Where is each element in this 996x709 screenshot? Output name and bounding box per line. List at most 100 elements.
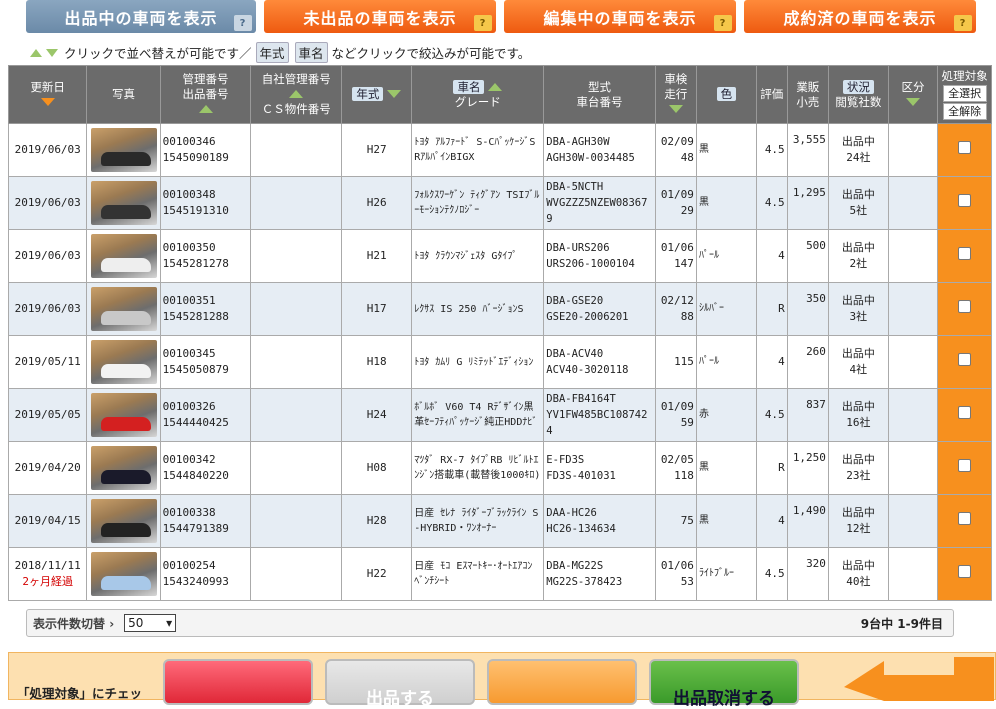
col-year[interactable]: 年式	[341, 65, 413, 124]
sort-asc-icon[interactable]	[488, 82, 503, 91]
process-checkbox[interactable]	[958, 194, 972, 207]
listing-number: 1544840220	[162, 469, 229, 482]
cell-category	[887, 176, 939, 230]
cell-proc[interactable]	[937, 388, 992, 442]
cell-updated: 2018/11/11 2ヶ月経過	[7, 547, 88, 601]
cell-photo[interactable]	[86, 388, 161, 442]
process-checkbox[interactable]	[958, 353, 972, 366]
tab-unlisted[interactable]: 未出品の車両を表示 ?	[264, 0, 496, 33]
process-checkbox[interactable]	[958, 459, 972, 472]
deselect-all-button[interactable]: 全解除	[942, 102, 987, 120]
vehicle-photo[interactable]	[90, 181, 157, 225]
viewer-count: 2社	[849, 257, 868, 270]
filter-year-chip[interactable]: 年式	[352, 87, 384, 101]
process-checkbox[interactable]	[958, 141, 972, 154]
cell-grade: ﾄﾖﾀ ｸﾗｳﾝﾏｼﾞｪｽﾀ Gﾀｲﾌﾟ	[411, 229, 545, 283]
col-category-label: 区分	[901, 79, 925, 94]
hint-text-1: クリックで並べ替えが可能です／	[64, 46, 252, 61]
tab-listed[interactable]: 出品中の車両を表示 ?	[26, 0, 256, 33]
sort-desc-icon[interactable]	[668, 105, 683, 113]
process-checkbox[interactable]	[958, 512, 972, 525]
help-badge-icon[interactable]: ?	[234, 15, 252, 31]
sort-desc-icon[interactable]	[906, 97, 920, 106]
col-mileage-label: 走行	[664, 87, 688, 101]
col-color[interactable]: 色	[695, 65, 757, 124]
col-category[interactable]: 区分	[887, 65, 939, 124]
col-status[interactable]: 状況 閲覧社数	[827, 65, 889, 124]
sort-desc-icon[interactable]	[40, 97, 55, 106]
vehicle-photo[interactable]	[90, 287, 157, 331]
updated-date: 2018/11/11	[14, 559, 81, 572]
vehicle-photo[interactable]	[90, 340, 157, 384]
cell-photo[interactable]	[86, 123, 161, 177]
cell-proc[interactable]	[937, 441, 992, 495]
col-proc-label: 処理対象	[941, 68, 988, 83]
cell-photo[interactable]	[86, 547, 161, 601]
cell-status: 出品中 23社	[827, 441, 889, 495]
tab-editing[interactable]: 編集中の車両を表示 ?	[504, 0, 736, 33]
col-rating-label: 評価	[760, 87, 784, 101]
col-car-name[interactable]: 車名 グレード	[411, 65, 545, 124]
cell-year: H17	[341, 282, 413, 336]
chassis-number: MG22S-378423	[546, 576, 623, 588]
help-badge-icon[interactable]: ?	[714, 15, 732, 31]
mgmt-number: 00100338	[162, 506, 216, 519]
help-badge-icon[interactable]: ?	[954, 15, 972, 31]
cell-proc[interactable]	[937, 494, 992, 548]
process-checkbox[interactable]	[958, 247, 972, 260]
cell-color: 黒	[695, 123, 757, 177]
cell-price: 320	[786, 547, 829, 601]
cell-proc[interactable]	[937, 547, 992, 601]
cell-photo[interactable]	[86, 176, 161, 230]
cell-photo[interactable]	[86, 494, 161, 548]
sort-asc-icon[interactable]	[198, 105, 213, 113]
cell-updated: 2019/04/15	[7, 494, 88, 548]
vehicle-photo[interactable]	[90, 128, 157, 172]
cell-photo[interactable]	[86, 229, 161, 283]
vehicle-photo[interactable]	[90, 393, 157, 437]
process-checkbox[interactable]	[958, 565, 972, 578]
cell-proc[interactable]	[937, 282, 992, 336]
sort-desc-icon[interactable]	[387, 90, 402, 98]
cell-photo[interactable]	[86, 441, 161, 495]
col-mgmt-no[interactable]: 管理番号 出品番号	[159, 65, 252, 124]
cell-updated: 2019/04/20	[7, 441, 88, 495]
table-header-row: 更新日 写真 管理番号 出品番号 自社管理番号 ＣＳ物件番号 年式 車名 グレー…	[7, 65, 992, 124]
filter-color-chip[interactable]: 色	[716, 87, 737, 101]
cell-photo[interactable]	[86, 282, 161, 336]
sort-asc-icon[interactable]	[289, 90, 304, 98]
vehicle-photo[interactable]	[90, 234, 157, 278]
cell-grade: ﾄﾖﾀ ｱﾙﾌｧｰﾄﾞ S-CﾊﾟｯｹｰｼﾞSRｱﾙﾊﾟｲﾝBIGX	[411, 123, 545, 177]
cell-own-mgmt	[250, 494, 343, 548]
delist-button[interactable]: 出品取消する	[649, 659, 799, 709]
cell-proc[interactable]	[937, 229, 992, 283]
col-own-mgmt-no[interactable]: 自社管理番号 ＣＳ物件番号	[250, 65, 343, 124]
vehicle-photo[interactable]	[90, 499, 157, 543]
process-checkbox[interactable]	[958, 406, 972, 419]
cell-proc[interactable]	[937, 335, 992, 389]
select-all-button[interactable]: 全選択	[942, 84, 987, 102]
process-checkbox[interactable]	[958, 300, 972, 313]
col-updated[interactable]: 更新日	[7, 65, 88, 124]
table-row: 2019/05/11 00100345 1545050879 H18 ﾄﾖﾀ ｶﾑﾘ G…	[7, 335, 992, 389]
cell-proc[interactable]	[937, 123, 992, 177]
vehicle-photo[interactable]	[90, 552, 157, 596]
vehicle-photo[interactable]	[90, 446, 157, 490]
tab-contracted[interactable]: 成約済の車両を表示 ?	[744, 0, 976, 33]
list-button[interactable]: 出品する	[325, 659, 475, 709]
cell-proc[interactable]	[937, 176, 992, 230]
filter-carname-chip[interactable]: 車名	[453, 79, 485, 94]
per-page-select[interactable]: 50 ▾	[124, 614, 177, 632]
help-badge-icon[interactable]: ?	[474, 15, 492, 31]
model-code: DBA-GSE20	[546, 295, 604, 307]
updated-date: 2019/06/03	[14, 196, 81, 209]
action-button-3[interactable]	[487, 659, 637, 705]
col-inspection[interactable]: 車検 走行	[654, 65, 697, 124]
filter-status-chip[interactable]: 状況	[842, 79, 874, 94]
cell-photo[interactable]	[86, 335, 161, 389]
view-tabs: 出品中の車両を表示 ? 未出品の車両を表示 ? 編集中の車両を表示 ? 成約済の…	[0, 0, 996, 36]
cell-inspection: 02/05 118	[654, 441, 697, 495]
action-button-1[interactable]	[163, 659, 313, 705]
model-code: DBA-FB4164T	[546, 393, 616, 405]
status-badge: 出品中	[841, 506, 875, 519]
